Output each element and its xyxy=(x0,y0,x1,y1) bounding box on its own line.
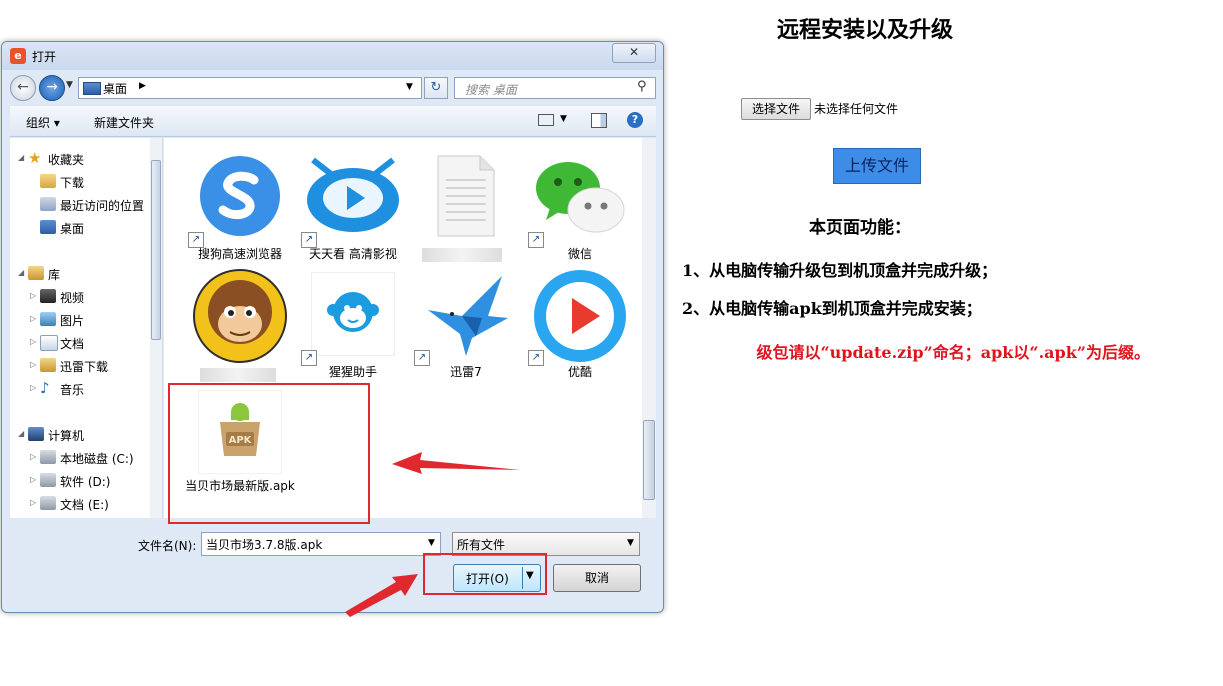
arrow-to-apk xyxy=(392,452,520,474)
arrow-to-open-button xyxy=(345,574,418,617)
annotation-arrows xyxy=(345,452,520,617)
